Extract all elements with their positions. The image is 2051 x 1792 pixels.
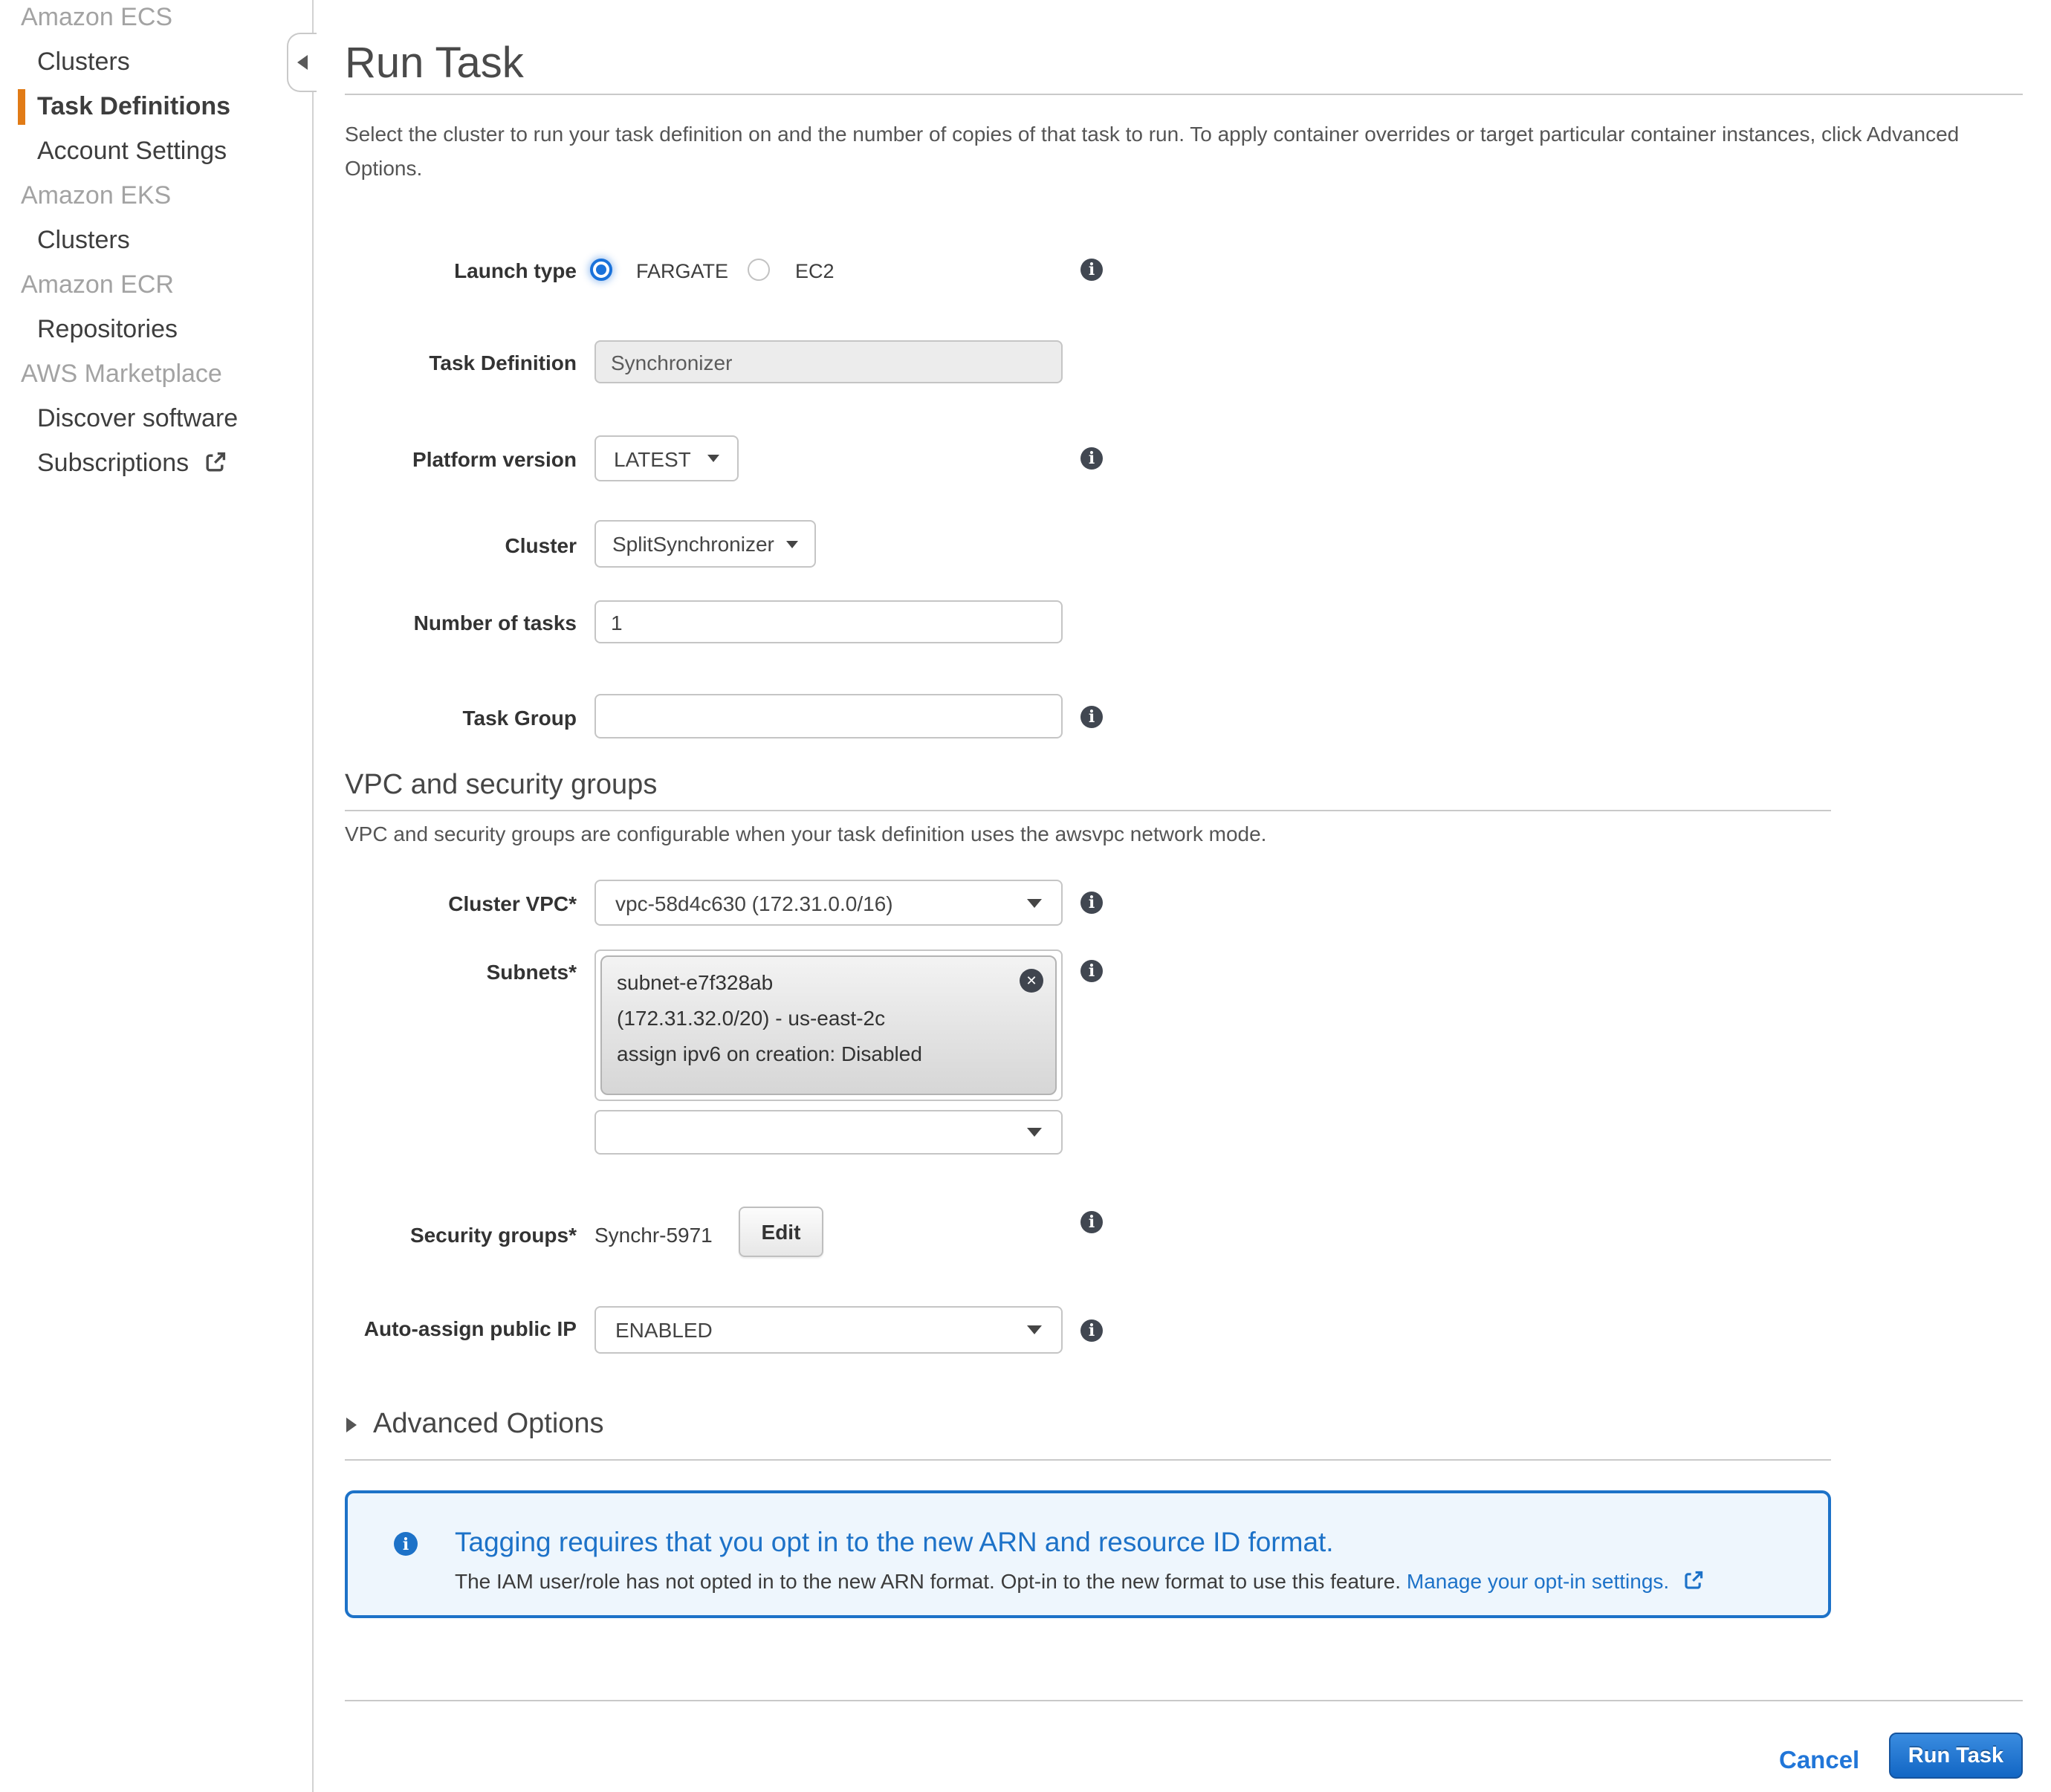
vpc-section-divider bbox=[345, 810, 1831, 811]
subnets-multiselect[interactable]: subnet-e7f328ab (172.31.32.0/20) - us-ea… bbox=[594, 949, 1063, 1101]
page-description: Select the cluster to run your task defi… bbox=[345, 117, 2002, 186]
sidebar-divider bbox=[312, 0, 314, 1792]
cluster-vpc-info-icon[interactable]: i bbox=[1080, 892, 1103, 914]
selected-subnet-chip: subnet-e7f328ab (172.31.32.0/20) - us-ea… bbox=[600, 955, 1057, 1095]
edit-security-groups-button[interactable]: Edit bbox=[739, 1207, 823, 1257]
cluster-vpc-select[interactable]: vpc-58d4c630 (172.31.0.0/16) bbox=[594, 880, 1063, 926]
task-definition-field: Synchronizer bbox=[594, 340, 1063, 383]
sidebar-item-repositories[interactable]: Repositories bbox=[0, 308, 297, 352]
alert-body-text: The IAM user/role has not opted in to th… bbox=[455, 1569, 1401, 1593]
sidebar-collapse-button[interactable] bbox=[287, 33, 317, 92]
vpc-section-description: VPC and security groups are configurable… bbox=[345, 822, 1266, 845]
auto-assign-public-ip-info-icon[interactable]: i bbox=[1080, 1319, 1103, 1342]
sidebar-item-subscriptions[interactable]: Subscriptions bbox=[0, 441, 297, 486]
security-groups-value: Synchr-5971 bbox=[594, 1223, 713, 1247]
task-group-input[interactable] bbox=[594, 694, 1063, 738]
launch-type-info-icon[interactable]: i bbox=[1080, 259, 1103, 281]
alert-body: The IAM user/role has not opted in to th… bbox=[455, 1569, 1703, 1594]
cancel-button[interactable]: Cancel bbox=[1779, 1747, 1859, 1776]
launch-type-label: Launch type bbox=[345, 259, 577, 282]
cluster-vpc-label: Cluster VPC* bbox=[345, 892, 577, 915]
arn-optin-alert: i Tagging requires that you opt in to th… bbox=[345, 1490, 1831, 1618]
advanced-options-divider bbox=[345, 1459, 1831, 1461]
title-divider bbox=[345, 94, 2023, 95]
run-task-button[interactable]: Run Task bbox=[1889, 1733, 2023, 1779]
advanced-options-label: Advanced Options bbox=[373, 1407, 604, 1443]
sidebar-item-account-settings[interactable]: Account Settings bbox=[0, 129, 297, 174]
subnet-cidr-az: (172.31.32.0/20) - us-east-2c bbox=[617, 1000, 1040, 1036]
vpc-section-title: VPC and security groups bbox=[345, 770, 657, 802]
info-icon: i bbox=[394, 1532, 418, 1556]
number-of-tasks-input[interactable] bbox=[594, 600, 1063, 643]
sidebar-section-amazon-ecs: Amazon ECS bbox=[0, 0, 297, 40]
subnet-id: subnet-e7f328ab bbox=[617, 964, 1040, 1000]
advanced-options-toggle[interactable]: Advanced Options bbox=[346, 1407, 604, 1443]
number-of-tasks-label: Number of tasks bbox=[345, 611, 577, 634]
cluster-select[interactable]: SplitSynchronizer bbox=[594, 520, 816, 568]
platform-version-select[interactable]: LATEST bbox=[594, 435, 739, 481]
task-group-info-icon[interactable]: i bbox=[1080, 706, 1103, 728]
chevron-down-icon bbox=[786, 540, 798, 548]
ec2-radio-label[interactable]: EC2 bbox=[795, 260, 835, 282]
sidebar-item-task-definitions[interactable]: Task Definitions bbox=[0, 85, 297, 129]
task-definition-label: Task Definition bbox=[345, 351, 577, 374]
platform-version-info-icon[interactable]: i bbox=[1080, 447, 1103, 470]
alert-title: Tagging requires that you opt in to the … bbox=[455, 1526, 1334, 1559]
footer-divider bbox=[345, 1700, 2023, 1701]
auto-assign-public-ip-value: ENABLED bbox=[615, 1318, 713, 1342]
fargate-radio[interactable] bbox=[590, 259, 612, 281]
subnets-label: Subnets* bbox=[345, 960, 577, 984]
active-item-accent-bar bbox=[18, 89, 25, 125]
chevron-down-icon bbox=[707, 455, 719, 462]
sidebar-section-amazon-ecr: Amazon ECR bbox=[0, 263, 297, 308]
platform-version-value: LATEST bbox=[614, 447, 691, 470]
security-groups-label: Security groups* bbox=[345, 1223, 577, 1247]
subnets-info-icon[interactable]: i bbox=[1080, 960, 1103, 982]
subnet-ipv6-note: assign ipv6 on creation: Disabled bbox=[617, 1036, 1040, 1071]
chevron-left-icon bbox=[297, 55, 308, 70]
add-subnet-select[interactable] bbox=[594, 1110, 1063, 1155]
ec2-radio[interactable] bbox=[748, 259, 770, 281]
sidebar: Amazon ECS Clusters Task Definitions Acc… bbox=[0, 0, 297, 486]
chevron-down-icon bbox=[1027, 898, 1042, 907]
cluster-value: SplitSynchronizer bbox=[612, 532, 774, 556]
chevron-right-icon bbox=[346, 1418, 357, 1432]
sidebar-item-eks-clusters[interactable]: Clusters bbox=[0, 218, 297, 263]
sidebar-item-label: Subscriptions bbox=[37, 449, 189, 477]
fargate-radio-label[interactable]: FARGATE bbox=[636, 260, 728, 282]
auto-assign-public-ip-select[interactable]: ENABLED bbox=[594, 1306, 1063, 1354]
page-title: Run Task bbox=[345, 40, 524, 89]
chevron-down-icon bbox=[1027, 1128, 1042, 1137]
chevron-down-icon bbox=[1027, 1325, 1042, 1334]
external-link-icon bbox=[1684, 1571, 1703, 1594]
sidebar-item-ecs-clusters[interactable]: Clusters bbox=[0, 40, 297, 85]
sidebar-item-discover-software[interactable]: Discover software bbox=[0, 397, 297, 441]
sidebar-section-amazon-eks: Amazon EKS bbox=[0, 174, 297, 218]
run-task-page: Amazon ECS Clusters Task Definitions Acc… bbox=[0, 0, 2051, 1792]
sidebar-item-label: Task Definitions bbox=[37, 92, 230, 120]
cluster-label: Cluster bbox=[345, 533, 577, 557]
platform-version-label: Platform version bbox=[345, 447, 577, 471]
cluster-vpc-value: vpc-58d4c630 (172.31.0.0/16) bbox=[615, 891, 893, 915]
remove-subnet-icon[interactable]: ✕ bbox=[1020, 969, 1043, 993]
manage-optin-settings-link[interactable]: Manage your opt-in settings. bbox=[1407, 1569, 1669, 1593]
auto-assign-public-ip-label: Auto-assign public IP bbox=[345, 1314, 577, 1345]
security-groups-info-icon[interactable]: i bbox=[1080, 1211, 1103, 1233]
external-link-icon bbox=[205, 443, 226, 487]
sidebar-section-aws-marketplace: AWS Marketplace bbox=[0, 352, 297, 397]
task-group-label: Task Group bbox=[345, 706, 577, 730]
